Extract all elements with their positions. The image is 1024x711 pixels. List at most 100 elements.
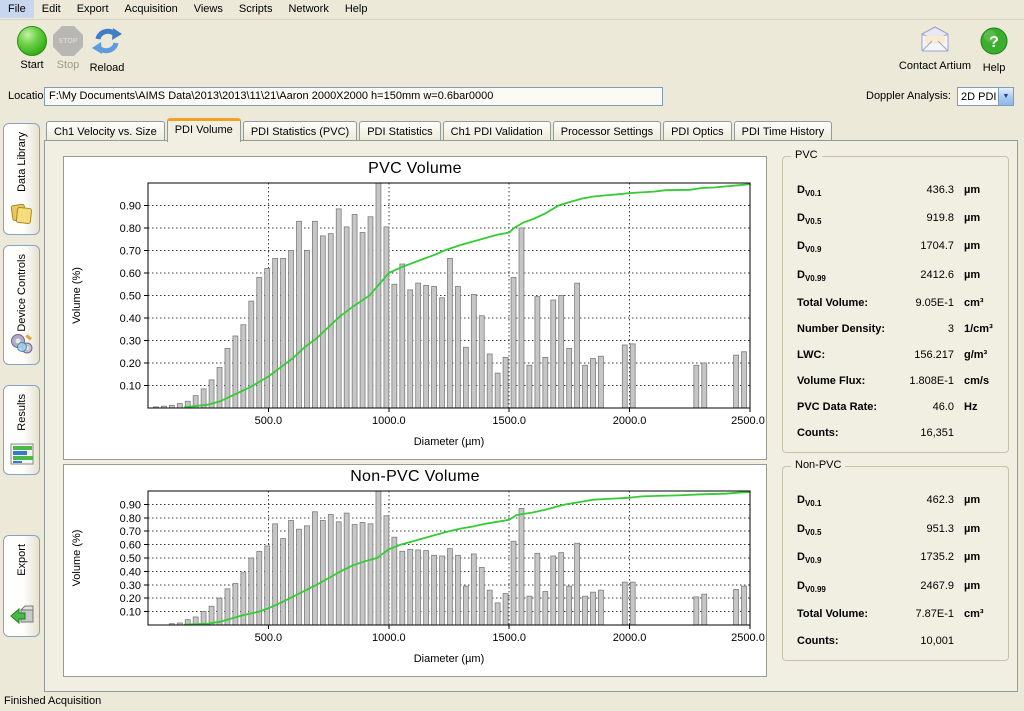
- svg-text:0.90: 0.90: [120, 201, 141, 213]
- bar-chart-icon: [9, 442, 35, 469]
- stat-label: DV0.5: [797, 212, 899, 226]
- reload-label: Reload: [84, 62, 130, 74]
- stat-unit: µm: [954, 494, 998, 506]
- stat-row: LWC:156.217g/m³: [797, 349, 998, 361]
- svg-text:2000.0: 2000.0: [613, 415, 647, 427]
- stat-label: DV0.9: [797, 240, 899, 254]
- stat-unit: µm: [954, 184, 998, 196]
- sidebar-item-results[interactable]: Results: [3, 385, 40, 475]
- stat-row: Total Volume:9.05E-1cm³: [797, 297, 998, 309]
- menu-item-file[interactable]: File: [0, 0, 34, 18]
- toolbar: Start STOP Stop Reload Contact Artium ? …: [0, 20, 1024, 84]
- stat-unit: cm³: [954, 608, 998, 620]
- pvc-volume-chart[interactable]: 0.100.200.300.400.500.600.700.800.90500.…: [64, 178, 766, 454]
- help-button[interactable]: ? Help: [974, 26, 1014, 74]
- stat-value: 3: [899, 323, 954, 335]
- menu-item-help[interactable]: Help: [337, 0, 376, 18]
- start-label: Start: [10, 59, 54, 71]
- stat-label: DV0.9: [797, 551, 899, 565]
- svg-text:2500.0: 2500.0: [731, 632, 765, 644]
- tab-processor-settings[interactable]: Processor Settings: [553, 121, 661, 141]
- tab-pdi-statistics-pvc-[interactable]: PDI Statistics (PVC): [243, 121, 357, 141]
- svg-text:2000.0: 2000.0: [613, 632, 647, 644]
- main-content: PVC Volume 0.10 0.200.30 0.40 0.50 0.60 0.70 0…: [44, 118, 1018, 692]
- stat-label: DV0.1: [797, 184, 899, 198]
- svg-text:0.30: 0.30: [120, 580, 141, 592]
- svg-text:0.10: 0.10: [120, 607, 141, 619]
- nonpvc-chart-title: Non-PVC Volume: [64, 465, 766, 486]
- tab-pdi-time-history[interactable]: PDI Time History: [734, 121, 833, 141]
- tab-pdi-volume[interactable]: PDI Volume: [167, 118, 241, 142]
- nonpvc-volume-chart[interactable]: 0.100.200.300.400.500.600.700.800.90500.…: [64, 486, 766, 671]
- contact-artium-button[interactable]: Contact Artium: [898, 26, 972, 72]
- stat-value: 1735.2: [899, 551, 954, 563]
- nonpvc-stat-rows: DV0.1462.3µmDV0.5951.3µmDV0.91735.2µmDV0…: [797, 487, 998, 654]
- menu-item-edit[interactable]: Edit: [34, 0, 69, 18]
- tab-pdi-statistics[interactable]: PDI Statistics: [359, 121, 440, 141]
- stat-label: DV0.99: [797, 580, 899, 594]
- menu-item-scripts[interactable]: Scripts: [231, 0, 281, 18]
- stat-value: 919.8: [899, 212, 954, 224]
- stat-row: Counts:16,351: [797, 427, 998, 439]
- menu-bar: FileEditExportAcquisitionViewsScriptsNet…: [0, 0, 1024, 20]
- stat-label: DV0.99: [797, 269, 899, 283]
- reload-icon: [91, 26, 123, 56]
- stat-value: 436.3: [899, 184, 954, 196]
- stat-value: 10,001: [899, 635, 954, 647]
- svg-text:0.10: 0.10: [120, 381, 141, 393]
- location-field[interactable]: F:\My Documents\AIMS Data\2013\2013\11\2…: [44, 87, 663, 106]
- svg-text:1000.0: 1000.0: [372, 415, 406, 427]
- help-label: Help: [974, 62, 1014, 74]
- svg-text:0.40: 0.40: [120, 313, 141, 325]
- svg-text:0.20: 0.20: [120, 593, 141, 605]
- tab-ch1-pdi-validation[interactable]: Ch1 PDI Validation: [443, 121, 551, 141]
- pvc-stats-groupbox: PVC DV0.1436.3µmDV0.5919.8µmDV0.91704.7µ…: [782, 156, 1009, 453]
- stat-label: Volume Flux:: [797, 375, 899, 387]
- svg-text:Volume (%): Volume (%): [71, 530, 83, 587]
- svg-text:0.70: 0.70: [120, 526, 141, 538]
- stat-label: Total Volume:: [797, 608, 899, 620]
- contact-artium-label: Contact Artium: [898, 60, 972, 72]
- stat-row: Volume Flux:1.808E-1cm/s: [797, 375, 998, 387]
- stat-value: 951.3: [899, 523, 954, 535]
- svg-text:0.60: 0.60: [120, 540, 141, 552]
- doppler-analysis-value: 2D PDI: [958, 91, 998, 103]
- stat-value: 9.05E-1: [899, 297, 954, 309]
- sidebar-item-device-controls[interactable]: Device Controls: [3, 245, 40, 365]
- menu-item-views[interactable]: Views: [186, 0, 231, 18]
- chevron-down-icon[interactable]: ▼: [998, 88, 1013, 105]
- stat-row: DV0.1436.3µm: [797, 184, 998, 198]
- stat-row: DV0.91704.7µm: [797, 240, 998, 254]
- stat-row: PVC Data Rate:46.0Hz: [797, 401, 998, 413]
- stat-label: Counts:: [797, 427, 899, 439]
- svg-text:0.70: 0.70: [120, 246, 141, 258]
- stat-unit: µm: [954, 523, 998, 535]
- svg-text:2500.0: 2500.0: [731, 415, 765, 427]
- svg-text:0.50: 0.50: [120, 291, 141, 303]
- svg-text:1500.0: 1500.0: [492, 415, 526, 427]
- sidebar-item-export[interactable]: Export: [3, 535, 40, 637]
- sidebar-item-data-library[interactable]: Data Library: [3, 123, 40, 235]
- stat-unit: µm: [954, 580, 998, 592]
- stat-value: 2412.6: [899, 269, 954, 281]
- doppler-analysis-select[interactable]: 2D PDI ▼: [957, 87, 1014, 106]
- svg-text:0.80: 0.80: [120, 223, 141, 235]
- svg-text:Diameter (µm): Diameter (µm): [414, 653, 485, 665]
- tab-ch1-velocity-vs-size[interactable]: Ch1 Velocity vs. Size: [46, 121, 165, 141]
- pvc-stat-rows: DV0.1436.3µmDV0.5919.8µmDV0.91704.7µmDV0…: [797, 177, 998, 446]
- stat-label: DV0.5: [797, 523, 899, 537]
- doppler-analysis-label: Doppler Analysis:: [866, 90, 951, 102]
- menu-item-export[interactable]: Export: [69, 0, 117, 18]
- reload-button[interactable]: Reload: [84, 26, 130, 74]
- start-button[interactable]: Start: [10, 26, 54, 71]
- pvc-group-title: PVC: [791, 149, 822, 161]
- tab-pdi-optics[interactable]: PDI Optics: [663, 121, 732, 141]
- sidebar-item-label: Results: [16, 394, 28, 431]
- stat-value: 16,351: [899, 427, 954, 439]
- stat-row: DV0.5951.3µm: [797, 523, 998, 537]
- stat-unit: µm: [954, 269, 998, 281]
- pvc-chart-title: PVC Volume: [64, 157, 766, 178]
- menu-item-network[interactable]: Network: [280, 0, 336, 18]
- stat-value: 46.0: [899, 401, 954, 413]
- menu-item-acquisition[interactable]: Acquisition: [117, 0, 186, 18]
